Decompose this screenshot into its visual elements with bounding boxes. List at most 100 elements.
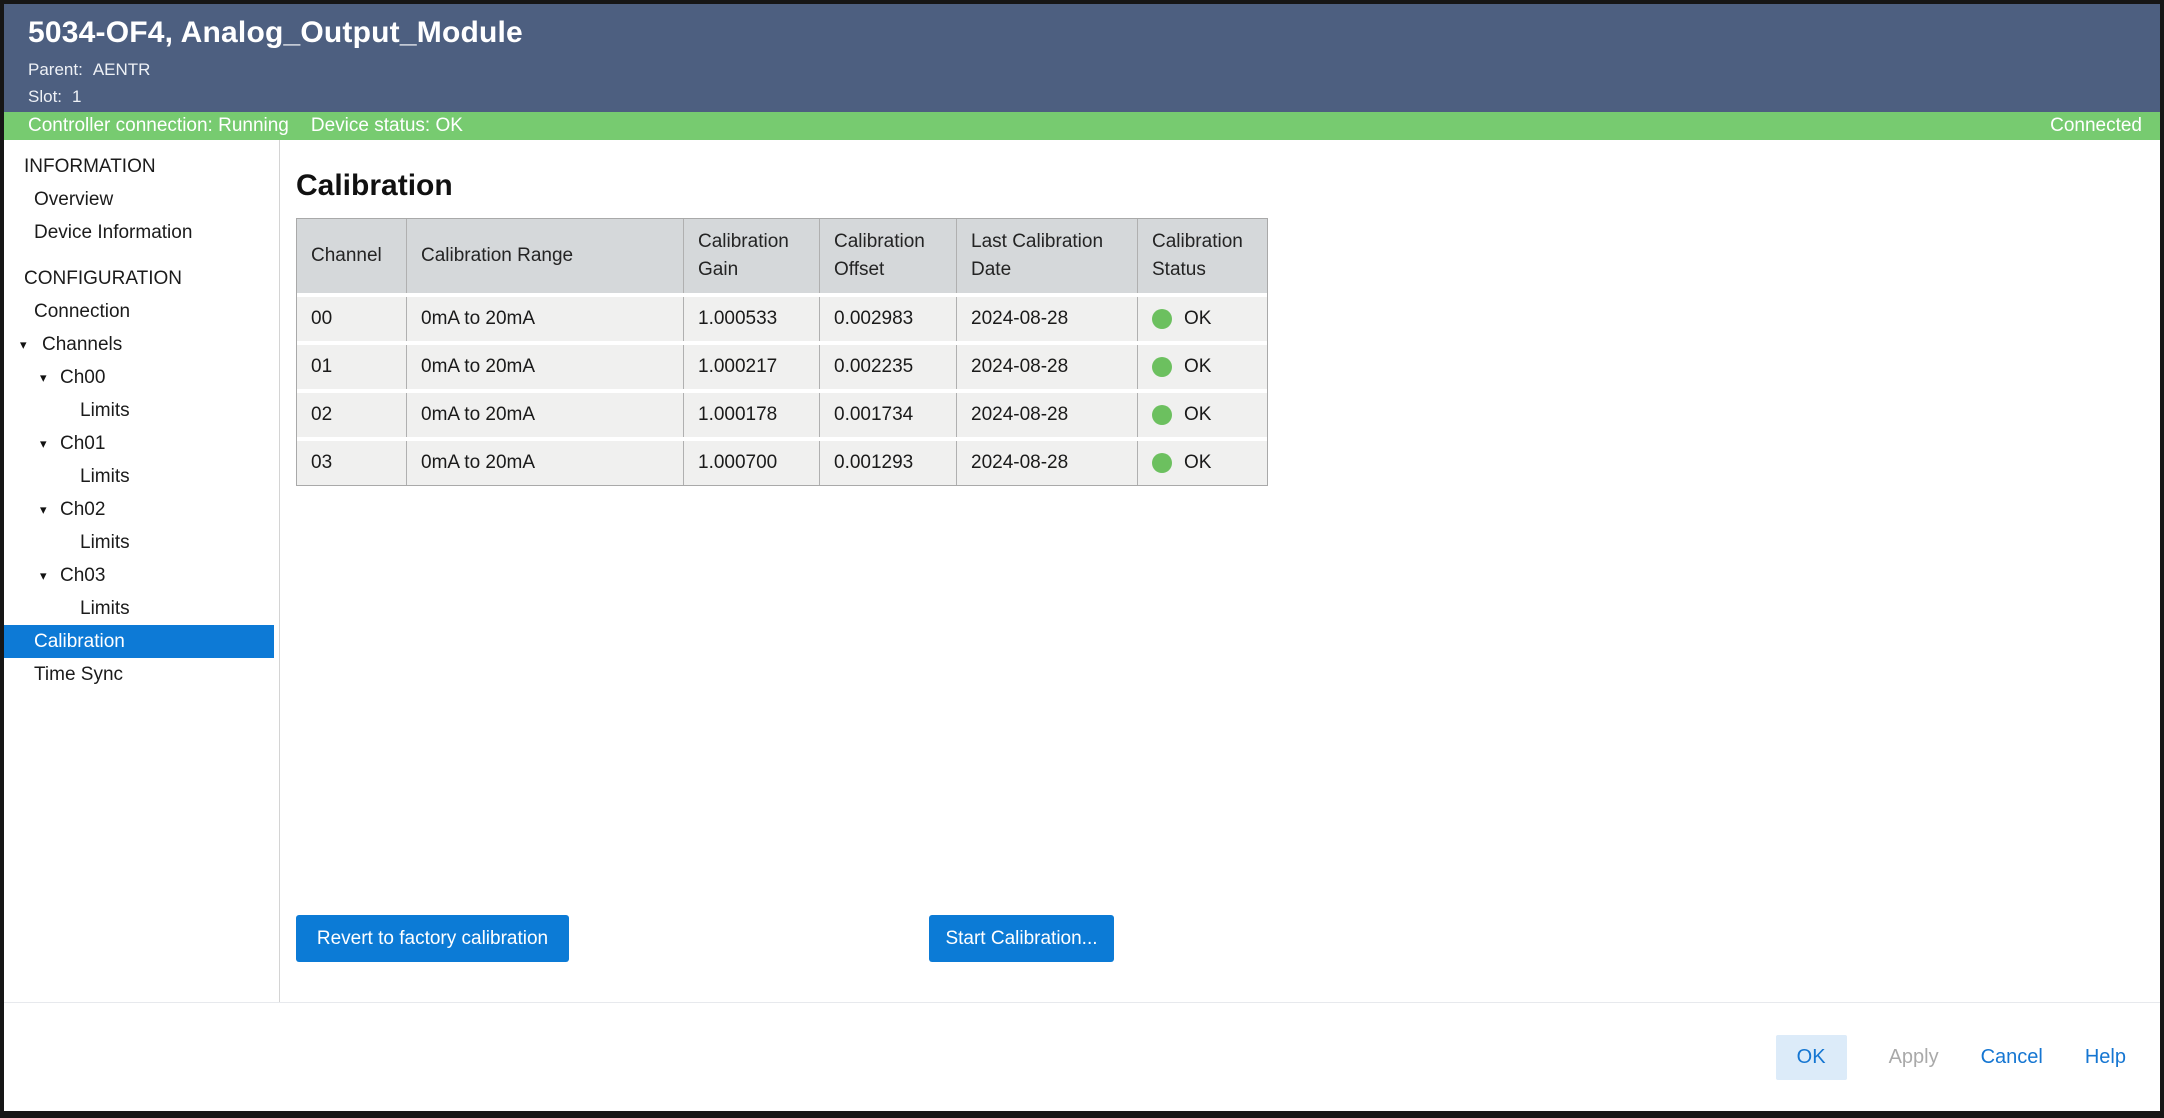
main-panel: Calibration Channel Calibration Range Ca…: [280, 140, 2160, 1002]
sidebar-item-overview[interactable]: Overview: [4, 183, 279, 216]
start-calibration-button[interactable]: Start Calibration...: [929, 915, 1114, 962]
slot-label: Slot:: [28, 87, 62, 106]
column-header: Calibration Status: [1138, 219, 1267, 293]
cell-channel: 01: [297, 345, 407, 389]
status-text: OK: [1184, 449, 1211, 478]
cell-calibration-range: 0mA to 20mA: [407, 393, 684, 437]
sidebar-item-label: Connection: [34, 301, 130, 323]
sidebar-item-label: Limits: [80, 598, 130, 620]
table-body: 00 0mA to 20mA 1.000533 0.002983 2024-08…: [297, 297, 1267, 485]
parent-line: Parent: AENTR: [28, 60, 2136, 80]
sidebar-item-device-information[interactable]: Device Information: [4, 216, 279, 249]
connection-state-badge: Connected: [2050, 115, 2142, 137]
sidebar-item-limits[interactable]: Limits: [4, 460, 279, 493]
sidebar-item-ch00[interactable]: ▾ Ch00: [4, 361, 279, 394]
sidebar-item-label: Overview: [34, 189, 113, 211]
sidebar-item-label: CONFIGURATION: [24, 268, 182, 290]
parent-label: Parent:: [28, 60, 83, 79]
cell-calibration-status: OK: [1138, 297, 1267, 341]
sidebar-item-ch03[interactable]: ▾ Ch03: [4, 559, 279, 592]
cell-calibration-gain: 1.000217: [684, 345, 820, 389]
sidebar-item-time-sync[interactable]: Time Sync: [4, 658, 279, 691]
cell-calibration-offset: 0.001293: [820, 441, 957, 485]
page-title: 5034-OF4, Analog_Output_Module: [28, 16, 2136, 50]
chevron-down-icon[interactable]: ▾: [40, 370, 60, 386]
sidebar-section-header: INFORMATION: [4, 150, 279, 183]
cell-last-calibration-date: 2024-08-28: [957, 441, 1138, 485]
status-ok-dot-icon: [1152, 405, 1172, 425]
cell-calibration-range: 0mA to 20mA: [407, 297, 684, 341]
sidebar-item-limits[interactable]: Limits: [4, 592, 279, 625]
sidebar-item-label: Limits: [80, 466, 130, 488]
status-text: OK: [1184, 353, 1211, 382]
status-text: OK: [1184, 401, 1211, 430]
calibration-actions: Revert to factory calibration Start Cali…: [296, 915, 1114, 962]
controller-connection-status: Controller connection: Running: [28, 115, 289, 137]
cell-calibration-status: OK: [1138, 441, 1267, 485]
table-row[interactable]: 01 0mA to 20mA 1.000217 0.002235 2024-08…: [297, 345, 1267, 389]
cell-calibration-gain: 1.000700: [684, 441, 820, 485]
status-ok-dot-icon: [1152, 309, 1172, 329]
sidebar-item-ch02[interactable]: ▾ Ch02: [4, 493, 279, 526]
status-text: OK: [1184, 305, 1211, 334]
table-row[interactable]: 00 0mA to 20mA 1.000533 0.002983 2024-08…: [297, 297, 1267, 341]
cell-last-calibration-date: 2024-08-28: [957, 393, 1138, 437]
table-row[interactable]: 03 0mA to 20mA 1.000700 0.001293 2024-08…: [297, 441, 1267, 485]
ok-button[interactable]: OK: [1776, 1035, 1847, 1080]
cell-channel: 00: [297, 297, 407, 341]
status-ok-dot-icon: [1152, 453, 1172, 473]
cell-calibration-gain: 1.000533: [684, 297, 820, 341]
help-button[interactable]: Help: [2085, 1046, 2126, 1069]
sidebar-item-calibration[interactable]: Calibration: [4, 625, 274, 658]
chevron-down-icon[interactable]: ▾: [40, 436, 60, 452]
cell-calibration-gain: 1.000178: [684, 393, 820, 437]
cell-calibration-range: 0mA to 20mA: [407, 441, 684, 485]
section-title: Calibration: [296, 168, 2160, 203]
sidebar-item-label: Limits: [80, 400, 130, 422]
sidebar-item-label: Limits: [80, 532, 130, 554]
chevron-down-icon[interactable]: ▾: [20, 337, 42, 353]
content-area: INFORMATION Overview Device Information: [4, 140, 2160, 1002]
column-header: Calibration Offset: [820, 219, 957, 293]
sidebar-item-channels[interactable]: ▾ Channels: [4, 328, 279, 361]
sidebar-item-label: Ch03: [60, 565, 105, 587]
sidebar-item-label: Channels: [42, 334, 122, 356]
sidebar-item-label: Time Sync: [34, 664, 123, 686]
cell-calibration-status: OK: [1138, 393, 1267, 437]
sidebar: INFORMATION Overview Device Information: [4, 140, 280, 1002]
table-row[interactable]: 02 0mA to 20mA 1.000178 0.001734 2024-08…: [297, 393, 1267, 437]
parent-value: AENTR: [93, 60, 151, 79]
status-bar: Controller connection: Running Device st…: [4, 112, 2160, 140]
sidebar-item-connection[interactable]: Connection: [4, 295, 279, 328]
column-header: Calibration Range: [407, 219, 684, 293]
status-ok-dot-icon: [1152, 357, 1172, 377]
sidebar-item-label: Device Information: [34, 222, 192, 244]
sidebar-item-limits[interactable]: Limits: [4, 394, 279, 427]
cell-channel: 02: [297, 393, 407, 437]
sidebar-item-limits[interactable]: Limits: [4, 526, 279, 559]
sidebar-item-label: Calibration: [34, 631, 125, 653]
sidebar-section-header: CONFIGURATION: [4, 262, 279, 295]
dialog-footer: OK Apply Cancel Help: [4, 1002, 2160, 1111]
chevron-down-icon[interactable]: ▾: [40, 568, 60, 584]
cell-last-calibration-date: 2024-08-28: [957, 297, 1138, 341]
sidebar-item-label: Ch01: [60, 433, 105, 455]
cell-channel: 03: [297, 441, 407, 485]
chevron-down-icon[interactable]: ▾: [40, 502, 60, 518]
cancel-button[interactable]: Cancel: [1981, 1046, 2043, 1069]
revert-factory-calibration-button[interactable]: Revert to factory calibration: [296, 915, 569, 962]
cell-calibration-offset: 0.002983: [820, 297, 957, 341]
cell-last-calibration-date: 2024-08-28: [957, 345, 1138, 389]
sidebar-item-ch01[interactable]: ▾ Ch01: [4, 427, 279, 460]
header: 5034-OF4, Analog_Output_Module Parent: AE…: [4, 4, 2160, 112]
apply-button[interactable]: Apply: [1889, 1046, 1939, 1069]
cell-calibration-offset: 0.002235: [820, 345, 957, 389]
calibration-table: Channel Calibration Range Calibration Ga…: [296, 218, 1268, 486]
module-properties-window: 5034-OF4, Analog_Output_Module Parent: AE…: [0, 0, 2164, 1118]
sidebar-item-label: Ch00: [60, 367, 105, 389]
sidebar-item-label: Ch02: [60, 499, 105, 521]
table-header-row: Channel Calibration Range Calibration Ga…: [297, 219, 1267, 293]
slot-line: Slot:1: [28, 87, 2136, 107]
cell-calibration-status: OK: [1138, 345, 1267, 389]
device-status: Device status: OK: [311, 115, 463, 137]
